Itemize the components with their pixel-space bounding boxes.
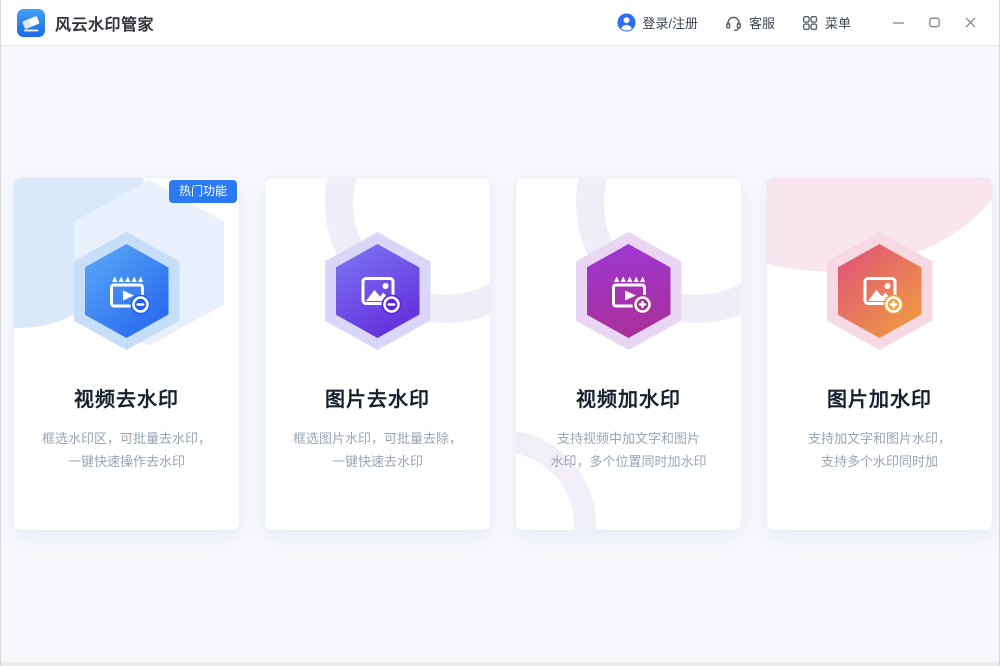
menu-button[interactable]: 菜单 bbox=[801, 13, 851, 32]
customer-service-button[interactable]: 客服 bbox=[724, 13, 775, 32]
card-description: 支持视频中加文字和图片 水印，多个位置同时加水印 bbox=[516, 427, 741, 473]
card-title: 图片加水印 bbox=[767, 383, 992, 412]
close-button[interactable] bbox=[957, 10, 983, 36]
minimize-button[interactable] bbox=[885, 10, 911, 36]
headset-icon bbox=[724, 13, 743, 32]
app-window: 风云水印管家 登录/注册 客服 bbox=[0, 0, 1000, 666]
customer-service-label: 客服 bbox=[749, 13, 775, 32]
title-bar: 风云水印管家 登录/注册 客服 bbox=[1, 0, 999, 46]
card-title: 视频加水印 bbox=[516, 383, 741, 412]
image-minus-icon bbox=[354, 267, 402, 315]
card-description: 支持加文字和图片水印， 支持多个水印同时加 bbox=[767, 427, 992, 473]
image-plus-icon bbox=[856, 267, 904, 315]
app-logo-eraser-icon bbox=[17, 9, 45, 37]
menu-label: 菜单 bbox=[825, 13, 851, 32]
video-minus-icon bbox=[103, 267, 151, 315]
maximize-icon bbox=[928, 16, 941, 29]
hot-feature-badge: 热门功能 bbox=[169, 180, 237, 203]
card-description: 框选水印区，可批量去水印， 一键快速操作去水印 bbox=[14, 427, 239, 473]
video-plus-icon bbox=[605, 267, 653, 315]
close-icon bbox=[964, 16, 977, 29]
card-description: 框选图片水印，可批量去除， 一键快速去水印 bbox=[265, 427, 490, 473]
card-title: 视频去水印 bbox=[14, 383, 239, 412]
grid-menu-icon bbox=[801, 14, 819, 32]
card-image-add-watermark[interactable]: 图片加水印 支持加文字和图片水印， 支持多个水印同时加 bbox=[766, 177, 993, 531]
feature-card-grid: 热门功能 bbox=[1, 177, 999, 531]
card-image-remove-watermark[interactable]: 图片去水印 框选图片水印，可批量去除， 一键快速去水印 bbox=[264, 177, 491, 531]
window-controls bbox=[885, 10, 983, 36]
window-bottom-edge bbox=[1, 662, 999, 666]
avatar-icon bbox=[617, 13, 636, 32]
app-title: 风云水印管家 bbox=[55, 11, 154, 35]
login-register-label: 登录/注册 bbox=[642, 13, 698, 32]
minimize-icon bbox=[892, 16, 905, 29]
card-video-remove-watermark[interactable]: 热门功能 bbox=[13, 177, 240, 531]
maximize-button[interactable] bbox=[921, 10, 947, 36]
card-title: 图片去水印 bbox=[265, 383, 490, 412]
login-register-button[interactable]: 登录/注册 bbox=[617, 13, 698, 32]
card-video-add-watermark[interactable]: 视频加水印 支持视频中加文字和图片 水印，多个位置同时加水印 bbox=[515, 177, 742, 531]
